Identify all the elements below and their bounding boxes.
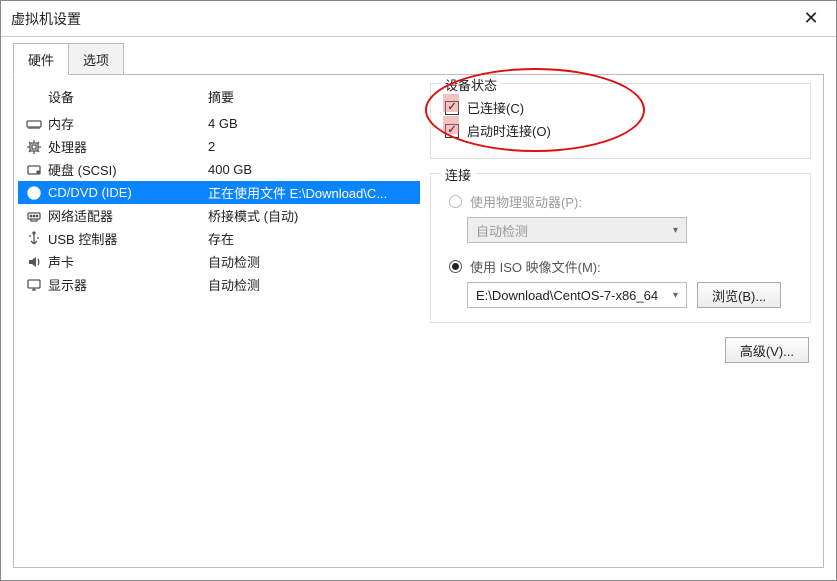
radio-use-iso-row[interactable]: 使用 ISO 映像文件(M): [449,257,796,276]
device-detail-pane: 设备状态 已连接(C) 启动时连接(O) 连 [424,75,823,567]
device-name: 处理器 [48,137,208,156]
radio-use-physical-row[interactable]: 使用物理驱动器(P): [449,192,796,211]
checkbox-connect-at-poweron[interactable] [445,124,459,138]
device-summary: 2 [208,139,412,154]
device-row-cpu[interactable]: 处理器2 [18,135,420,158]
net-icon [26,208,48,224]
tab-panel-hardware: 设备 摘要 内存4 GB处理器2硬盘 (SCSI)400 GBCD/DVD (I… [13,74,824,568]
device-list-pane: 设备 摘要 内存4 GB处理器2硬盘 (SCSI)400 GBCD/DVD (I… [14,75,424,567]
chevron-down-icon[interactable]: ▾ [673,290,678,301]
device-status-group: 设备状态 已连接(C) 启动时连接(O) [430,83,811,159]
device-name: USB 控制器 [48,229,208,248]
chevron-down-icon: ▾ [673,225,678,236]
checkbox-connected-label: 已连接(C) [467,98,524,117]
radio-use-physical-label: 使用物理驱动器(P): [470,192,582,211]
device-name: 声卡 [48,252,208,271]
physical-drive-combo: 自动检测 ▾ [467,217,687,243]
device-summary: 自动检测 [208,275,412,294]
tab-strip: 硬件 选项 [1,37,836,74]
device-row-display[interactable]: 显示器自动检测 [18,273,420,296]
device-summary: 正在使用文件 E:\Download\C... [208,183,412,202]
device-summary: 存在 [208,229,412,248]
device-row-sound[interactable]: 声卡自动检测 [18,250,420,273]
tab-hardware[interactable]: 硬件 [13,43,69,75]
header-summary: 摘要 [208,87,412,106]
group-title-status: 设备状态 [441,75,501,94]
titlebar: 虚拟机设置 ✕ [1,1,836,37]
cd-icon [26,185,48,201]
browse-button[interactable]: 浏览(B)... [697,282,781,308]
sound-icon [26,254,48,270]
checkbox-connect-at-poweron-row[interactable]: 启动时连接(O) [445,121,796,140]
radio-use-iso[interactable] [449,260,462,273]
connection-group: 连接 使用物理驱动器(P): 自动检测 ▾ 使用 ISO 映像文件(M): [430,173,811,323]
device-name: 显示器 [48,275,208,294]
radio-use-physical[interactable] [449,195,462,208]
iso-path-value: E:\Download\CentOS-7-x86_64 [476,288,667,303]
device-summary: 桥接模式 (自动) [208,206,412,225]
checkbox-connect-at-poweron-label: 启动时连接(O) [467,121,551,140]
tab-options[interactable]: 选项 [68,43,124,74]
memory-icon [26,116,48,132]
vm-settings-window: 虚拟机设置 ✕ 硬件 选项 设备 摘要 内存4 GB处理器2硬盘 (SCSI)4… [0,0,837,581]
window-title: 虚拟机设置 [11,9,796,29]
device-summary: 4 GB [208,116,412,131]
display-icon [26,277,48,293]
device-name: 内存 [48,114,208,133]
device-row-cd[interactable]: CD/DVD (IDE)正在使用文件 E:\Download\C... [18,181,420,204]
device-summary: 自动检测 [208,252,412,271]
device-row-memory[interactable]: 内存4 GB [18,112,420,135]
iso-path-combo[interactable]: E:\Download\CentOS-7-x86_64 ▾ [467,282,687,308]
checkbox-connected[interactable] [445,101,459,115]
device-name: 网络适配器 [48,206,208,225]
disk-icon [26,162,48,178]
checkbox-connected-row[interactable]: 已连接(C) [445,98,796,117]
advanced-button[interactable]: 高级(V)... [725,337,809,363]
usb-icon [26,231,48,247]
cpu-icon [26,139,48,155]
radio-use-iso-label: 使用 ISO 映像文件(M): [470,257,601,276]
close-icon[interactable]: ✕ [796,8,826,29]
device-name: 硬盘 (SCSI) [48,160,208,179]
device-row-disk[interactable]: 硬盘 (SCSI)400 GB [18,158,420,181]
header-device: 设备 [48,87,208,106]
device-summary: 400 GB [208,162,412,177]
group-title-connection: 连接 [441,165,475,184]
device-row-usb[interactable]: USB 控制器存在 [18,227,420,250]
device-row-net[interactable]: 网络适配器桥接模式 (自动) [18,204,420,227]
device-list-header: 设备 摘要 [18,83,420,112]
physical-drive-value: 自动检测 [476,221,667,240]
device-name: CD/DVD (IDE) [48,185,208,200]
